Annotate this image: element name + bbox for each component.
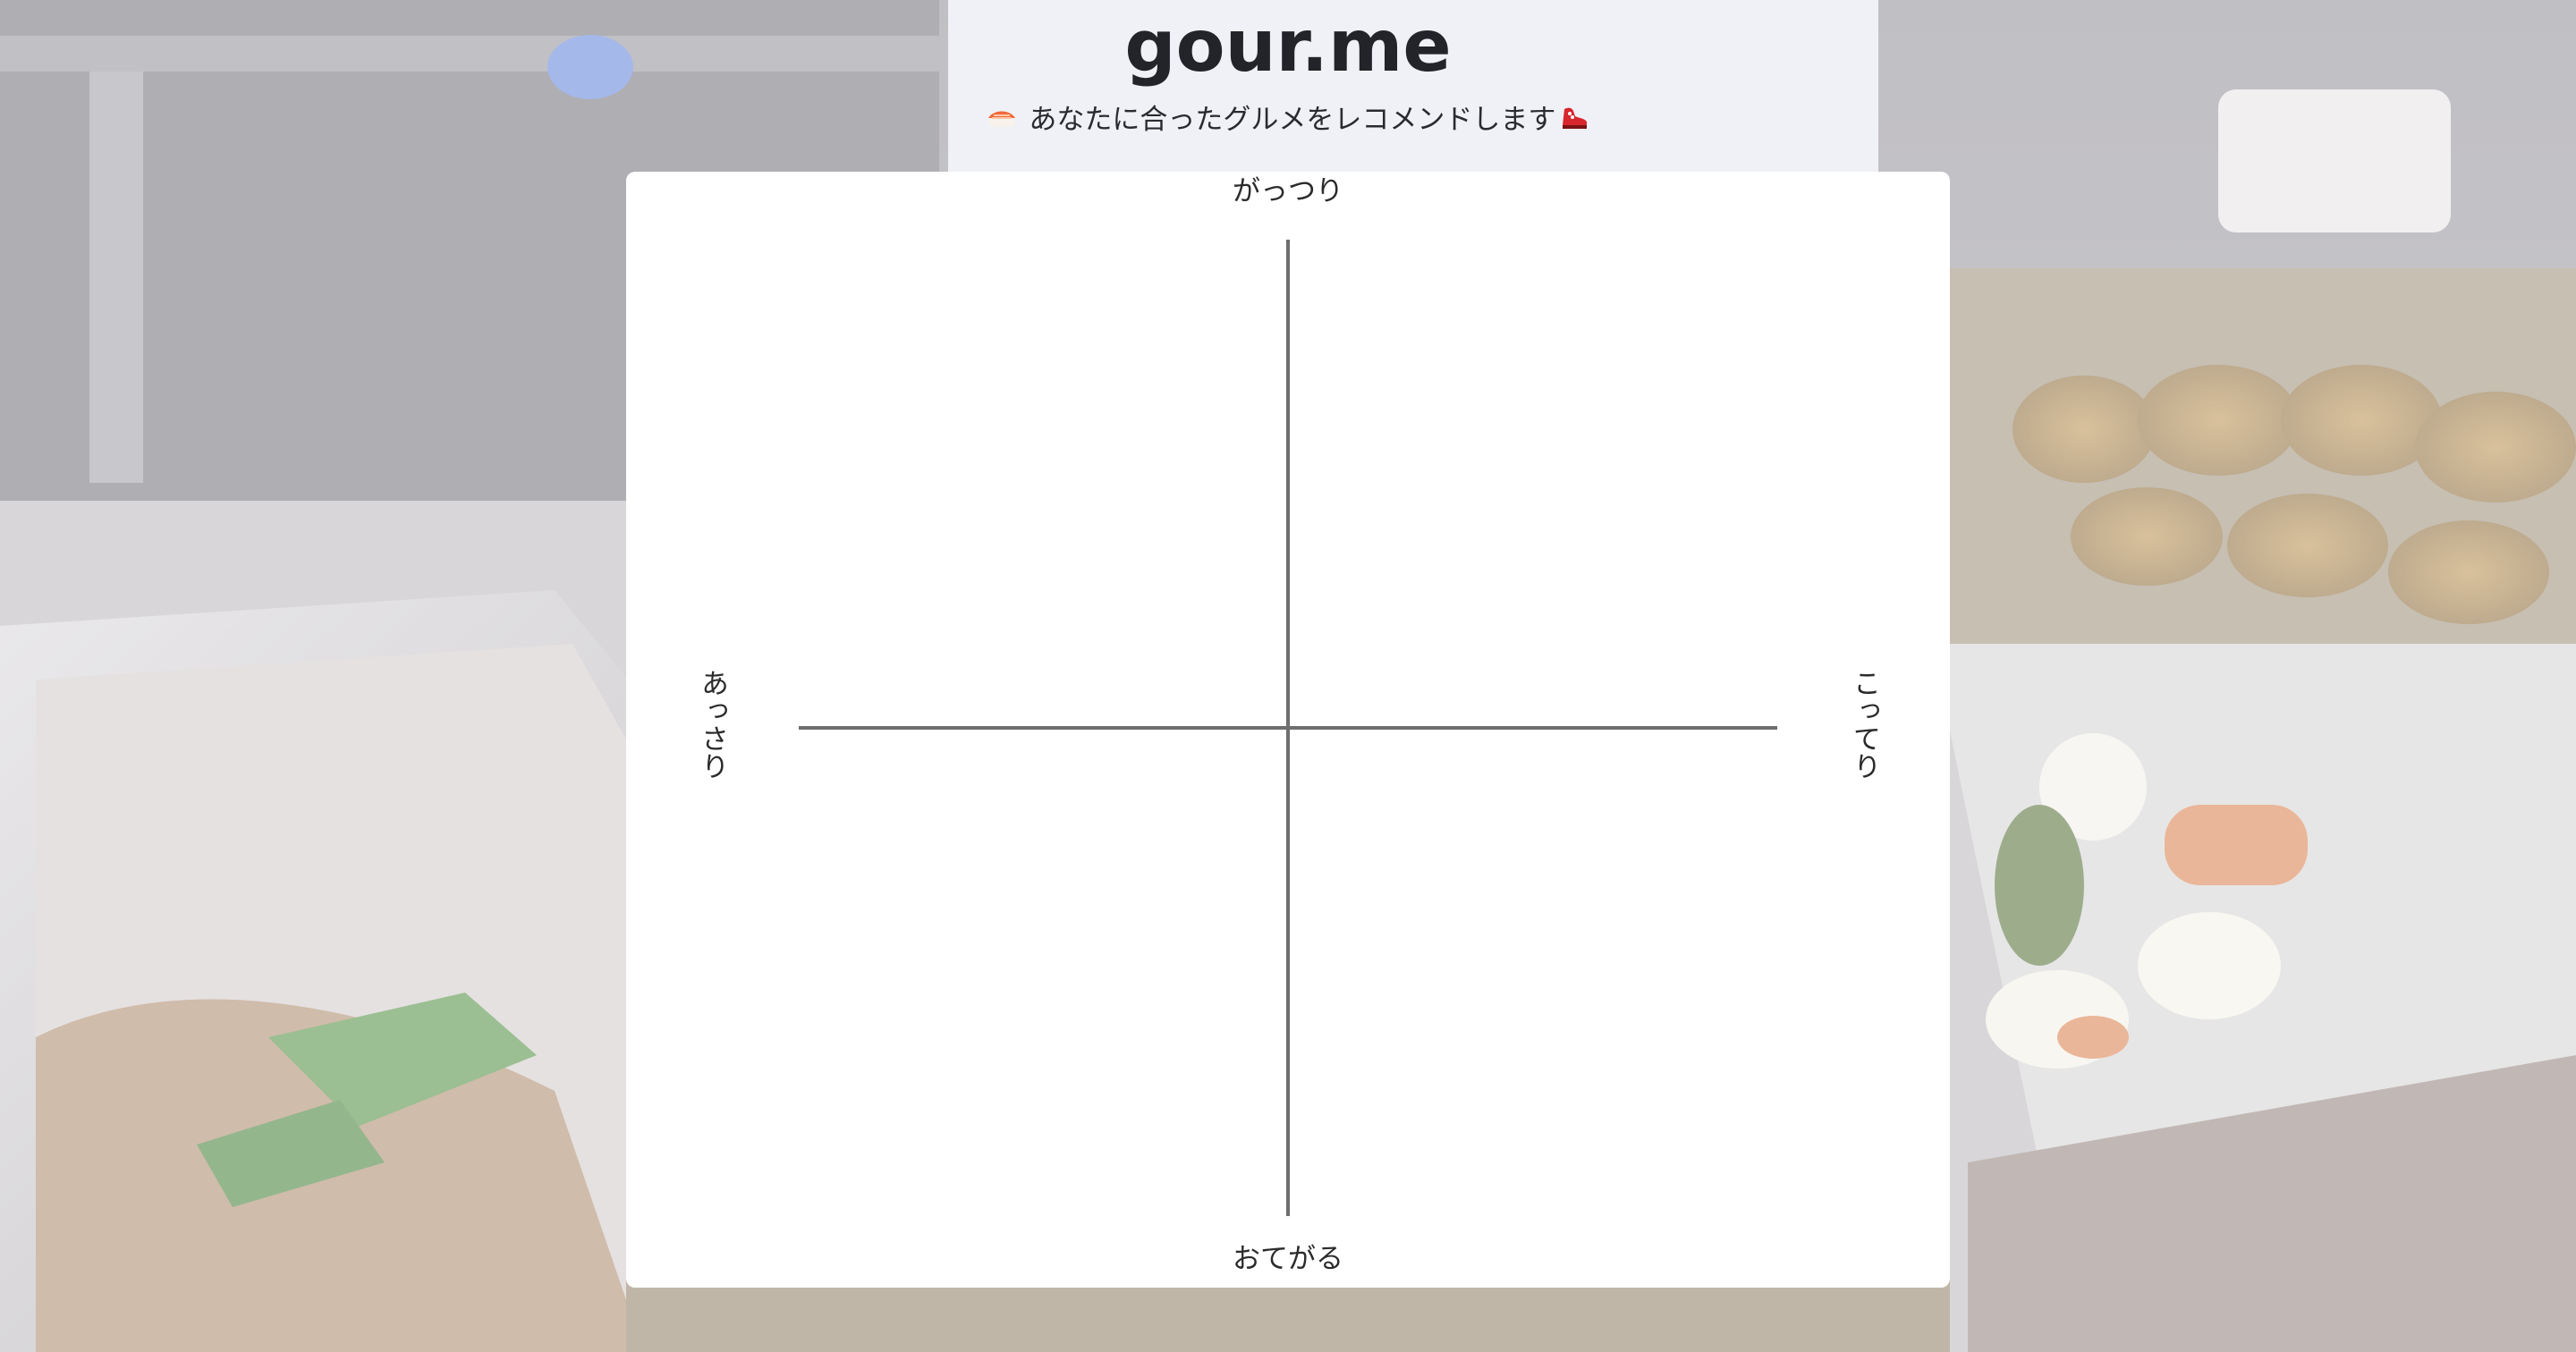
axis-label-left: あっさり [696, 669, 728, 780]
subtitle-text: あなたに合ったグルメをレコメンドします [1020, 104, 1556, 136]
axis-label-top: がっつり [1233, 175, 1343, 207]
horizontal-axis [799, 726, 1777, 730]
sushi-icon [987, 102, 1017, 141]
site-subtitle: あなたに合ったグルメをレコメンドします [0, 100, 2576, 141]
shoe-icon [1559, 102, 1589, 141]
taste-quadrant-card[interactable]: がっつり あっさり こってり おてがる [626, 172, 1950, 1288]
site-title: gour.me [1124, 4, 1452, 88]
axis-label-bottom: おてがる [1233, 1243, 1343, 1275]
axis-label-right: こってり [1848, 669, 1880, 780]
